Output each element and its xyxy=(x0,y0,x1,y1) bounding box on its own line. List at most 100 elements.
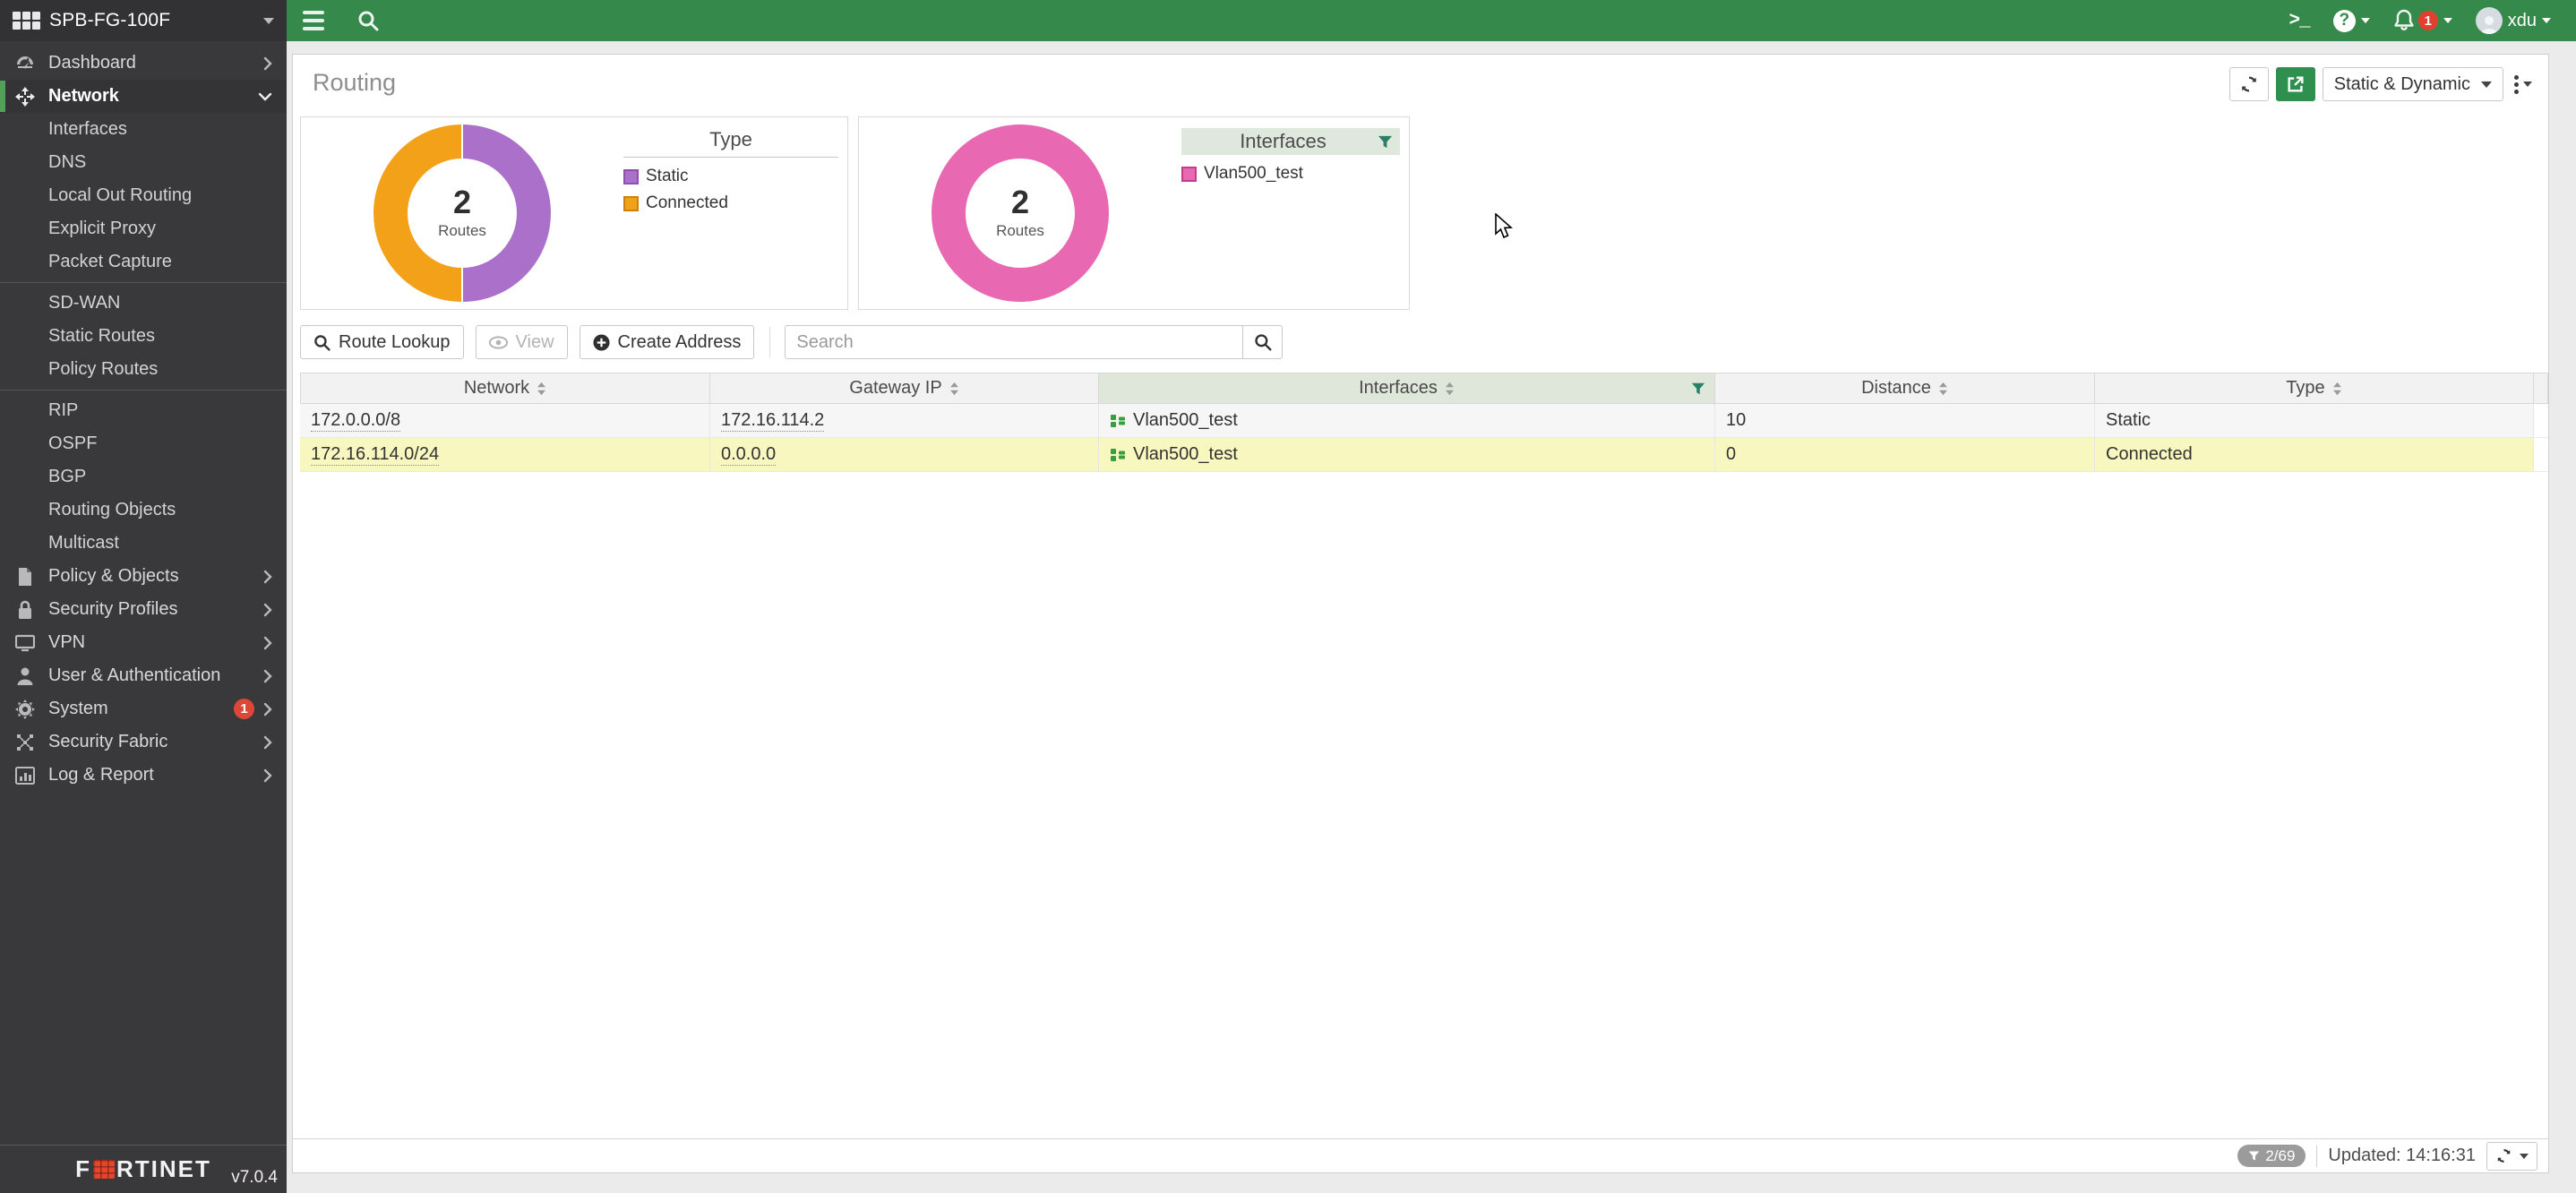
create-address-button[interactable]: Create Address xyxy=(580,325,755,359)
brand-letters: RTINET xyxy=(116,1155,211,1183)
filter-icon[interactable] xyxy=(1378,134,1393,150)
sidebar-item-label: Network xyxy=(48,86,119,107)
help-menu-button[interactable]: ? xyxy=(2326,10,2377,32)
interfaces-donut-chart[interactable]: 2 Routes xyxy=(859,117,1181,309)
sidebar-item-routing-objects[interactable]: Routing Objects xyxy=(0,494,287,527)
fabric-icon xyxy=(13,733,38,752)
route-type-filter-dropdown[interactable]: Static & Dynamic xyxy=(2323,67,2503,101)
filter-icon[interactable] xyxy=(1691,382,1705,396)
help-icon: ? xyxy=(2333,10,2356,32)
cli-console-button[interactable]: >_ xyxy=(2282,11,2317,31)
sidebar-item-static-routes[interactable]: Static Routes xyxy=(0,320,287,353)
table-toolbar: Route Lookup View Create Address xyxy=(300,324,2548,360)
sidebar-item-log-report[interactable]: Log & Report xyxy=(0,759,287,792)
column-label: Network xyxy=(464,378,529,399)
fortinet-wordmark: F RTINET xyxy=(75,1155,211,1183)
sidebar-item-vpn[interactable]: VPN xyxy=(0,626,287,659)
status-bar: 2/69 Updated: 14:16:31 xyxy=(293,1138,2548,1172)
notifications-button[interactable]: 1 xyxy=(2386,9,2460,32)
chevron-right-icon xyxy=(263,735,272,750)
column-header-interfaces[interactable]: Interfaces xyxy=(1099,373,1715,404)
sidebar-item-label: Policy Routes xyxy=(48,359,158,380)
sidebar-item-bgp[interactable]: BGP xyxy=(0,460,287,494)
open-in-new-window-button[interactable] xyxy=(2276,67,2315,101)
hamburger-menu-button[interactable] xyxy=(303,11,324,30)
topbar-right: >_ ? 1 xdu xyxy=(2282,7,2558,34)
column-header-type[interactable]: Type xyxy=(2095,373,2534,404)
sidebar-item-label: Security Profiles xyxy=(48,599,178,620)
sort-icon xyxy=(1445,382,1455,396)
sidebar-item-local-out-routing[interactable]: Local Out Routing xyxy=(0,179,287,212)
page-title: Routing xyxy=(293,55,2548,97)
global-search-button[interactable] xyxy=(356,9,380,32)
caret-down-icon xyxy=(2361,18,2370,23)
page-controls: Static & Dynamic xyxy=(2229,67,2536,101)
device-selector[interactable]: SPB-FG-100F xyxy=(0,0,287,41)
table-row-selected[interactable]: 172.16.114.0/24 0.0.0.0 Vlan500_test 0 C… xyxy=(300,438,2548,472)
notification-badge: 1 xyxy=(2418,11,2438,30)
legend-item-connected[interactable]: Connected xyxy=(623,193,838,213)
route-lookup-button[interactable]: Route Lookup xyxy=(300,325,464,359)
chevron-right-icon xyxy=(263,603,272,617)
column-header-gateway-ip[interactable]: Gateway IP xyxy=(710,373,1099,404)
sidebar-item-label: Explicit Proxy xyxy=(48,219,156,239)
updated-timestamp: Updated: 14:16:31 xyxy=(2328,1146,2476,1166)
sidebar-menu: Dashboard Network Interfaces DNS Local O… xyxy=(0,41,287,792)
sidebar-item-policy-routes[interactable]: Policy Routes xyxy=(0,353,287,386)
chevron-right-icon xyxy=(263,768,272,783)
gateway-value[interactable]: 0.0.0.0 xyxy=(721,443,776,466)
column-header-network[interactable]: Network xyxy=(300,373,710,404)
sidebar-item-dns[interactable]: DNS xyxy=(0,146,287,179)
sidebar-item-ospf[interactable]: OSPF xyxy=(0,427,287,460)
type-value: Connected xyxy=(2106,444,2193,465)
bell-icon xyxy=(2393,9,2415,32)
refresh-button[interactable] xyxy=(2229,67,2269,101)
legend-item-vlan500-test[interactable]: Vlan500_test xyxy=(1181,164,1400,184)
sidebar-item-multicast[interactable]: Multicast xyxy=(0,527,287,560)
network-value[interactable]: 172.16.114.0/24 xyxy=(311,443,439,466)
sidebar-item-label: Log & Report xyxy=(48,765,154,785)
sidebar-footer: F RTINET v7.0.4 xyxy=(0,1145,287,1193)
type-donut-chart[interactable]: 2 Routes xyxy=(301,117,623,309)
auto-refresh-button[interactable] xyxy=(2486,1142,2537,1171)
column-header-spacer xyxy=(2534,373,2548,404)
search-submit-button[interactable] xyxy=(1243,325,1283,359)
sidebar-item-explicit-proxy[interactable]: Explicit Proxy xyxy=(0,212,287,245)
bar-chart-icon xyxy=(13,767,38,785)
charts-row: 2 Routes Type Static Connected xyxy=(300,116,2548,310)
type-legend: Type Static Connected xyxy=(623,117,847,309)
eye-icon xyxy=(489,336,508,349)
gateway-value[interactable]: 172.16.114.2 xyxy=(721,409,824,432)
legend-item-static[interactable]: Static xyxy=(623,167,838,186)
column-header-distance[interactable]: Distance xyxy=(1715,373,2095,404)
search-input[interactable] xyxy=(785,325,1243,359)
sidebar-item-network[interactable]: Network xyxy=(0,80,287,113)
plus-circle-icon xyxy=(593,334,610,351)
view-button[interactable]: View xyxy=(476,325,568,359)
row-spacer xyxy=(2534,438,2548,472)
sort-icon xyxy=(1938,382,1948,396)
network-value[interactable]: 172.0.0.0/8 xyxy=(311,409,400,432)
more-options-button[interactable] xyxy=(2511,75,2536,94)
search-icon xyxy=(1254,333,1272,351)
monitor-icon xyxy=(13,634,38,652)
donut-center-value: 2 xyxy=(1011,186,1029,219)
sidebar-item-sd-wan[interactable]: SD-WAN xyxy=(0,287,287,320)
sidebar-item-system[interactable]: System 1 xyxy=(0,692,287,725)
sidebar-item-policy-objects[interactable]: Policy & Objects xyxy=(0,560,287,593)
filter-icon xyxy=(2248,1150,2260,1162)
sidebar-item-packet-capture[interactable]: Packet Capture xyxy=(0,245,287,279)
sidebar-item-interfaces[interactable]: Interfaces xyxy=(0,113,287,146)
sidebar-item-security-profiles[interactable]: Security Profiles xyxy=(0,593,287,626)
user-menu-button[interactable]: xdu xyxy=(2469,7,2558,34)
firmware-version: v7.0.4 xyxy=(231,1168,278,1188)
sidebar-item-dashboard[interactable]: Dashboard xyxy=(0,47,287,80)
table-row[interactable]: 172.0.0.0/8 172.16.114.2 Vlan500_test 10… xyxy=(300,404,2548,438)
sidebar-item-user-authentication[interactable]: User & Authentication xyxy=(0,659,287,692)
chevron-right-icon xyxy=(263,56,272,71)
sidebar-item-rip[interactable]: RIP xyxy=(0,394,287,427)
route-type-chart-card: 2 Routes Type Static Connected xyxy=(300,116,848,310)
sidebar-item-label: RIP xyxy=(48,400,78,421)
user-icon xyxy=(13,666,38,686)
sidebar-item-security-fabric[interactable]: Security Fabric xyxy=(0,725,287,759)
